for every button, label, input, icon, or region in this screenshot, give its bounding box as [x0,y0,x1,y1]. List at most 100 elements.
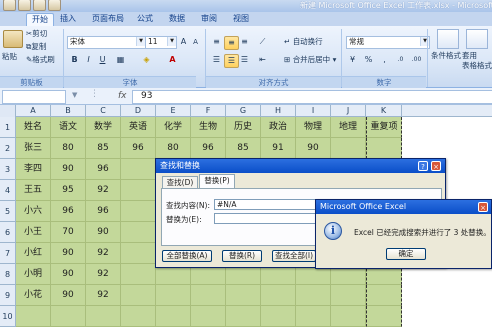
column-header-j[interactable]: J [331,105,366,117]
number-format-select[interactable]: 常规 ▼ [346,36,430,49]
conditional-format-button[interactable]: 条件格式 [431,51,461,61]
cell[interactable]: 96 [86,159,121,180]
cell[interactable] [296,285,331,306]
cell[interactable]: 96 [121,138,156,159]
cell[interactable]: 92 [86,180,121,201]
replace-all-button[interactable]: 全部替换(A) [162,250,212,262]
cell[interactable]: 数学 [86,117,121,138]
row-header-4[interactable]: 4 [0,180,16,201]
cell[interactable] [366,138,402,159]
cell[interactable]: 90 [296,138,331,159]
percent-icon[interactable]: % [362,54,375,66]
table-format-icon[interactable] [466,29,488,49]
cell[interactable] [366,306,402,327]
help-button[interactable]: ? [418,161,428,171]
chevron-down-icon[interactable]: ▼ [72,91,77,99]
column-header-d[interactable]: D [121,105,156,117]
orientation-icon[interactable]: ⟋ [256,36,269,48]
cell[interactable]: 85 [86,138,121,159]
cell[interactable]: 96 [51,201,86,222]
cell[interactable] [191,285,226,306]
cell[interactable]: 92 [86,243,121,264]
close-button[interactable]: × [478,202,488,212]
bold-icon[interactable]: B [68,54,81,66]
column-header-i[interactable]: I [296,105,331,117]
cell[interactable]: 90 [51,285,86,306]
cell[interactable] [121,159,156,180]
cell[interactable]: 90 [51,264,86,285]
cell[interactable]: 90 [51,243,86,264]
tab-replace[interactable]: 替换(P) [199,174,235,188]
cell[interactable]: 历史 [226,117,261,138]
tab-review[interactable]: 审阅 [198,13,220,26]
format-painter-button[interactable]: ✎格式刷 [26,55,55,65]
cell[interactable]: 张三 [16,138,51,159]
cell[interactable]: 96 [191,138,226,159]
cell[interactable]: 小红 [16,243,51,264]
replace-button[interactable]: 替换(R) [222,250,262,262]
cell[interactable]: 地理 [331,117,366,138]
column-header-k[interactable]: K [366,105,402,117]
cell[interactable]: 小明 [16,264,51,285]
cell[interactable]: 小王 [16,222,51,243]
cell[interactable]: 80 [156,138,191,159]
cell[interactable]: 姓名 [16,117,51,138]
cell[interactable] [121,285,156,306]
column-header-b[interactable]: B [51,105,86,117]
tab-data[interactable]: 数据 [166,13,188,26]
font-name-select[interactable]: 宋体 ▼ [67,36,146,49]
comma-icon[interactable]: , [378,54,391,66]
cell[interactable] [156,306,191,327]
cell[interactable] [121,180,156,201]
ok-button[interactable]: 确定 [386,248,426,260]
cell[interactable] [366,285,402,306]
cell[interactable] [86,306,121,327]
row-header-9[interactable]: 9 [0,285,16,306]
tab-insert[interactable]: 插入 [56,13,80,26]
cell[interactable] [296,306,331,327]
font-color-icon[interactable]: A [166,54,179,66]
underline-icon[interactable]: U [96,54,109,66]
merge-center-button[interactable]: ⊞ 合并后居中 ▾ [284,55,336,65]
align-bottom-icon[interactable]: ≡ [238,36,251,48]
cell[interactable]: 重复项 [366,117,402,138]
chevron-down-icon[interactable]: ▼ [136,37,145,46]
cell[interactable]: 91 [261,138,296,159]
tab-page-layout[interactable]: 页面布局 [88,13,128,26]
cell[interactable]: 80 [51,138,86,159]
name-box[interactable] [2,90,66,104]
close-button[interactable]: × [431,161,441,171]
cell[interactable] [16,306,51,327]
row-header-10[interactable]: 10 [0,306,16,327]
cell[interactable]: 小六 [16,201,51,222]
cell[interactable] [331,306,366,327]
cut-button[interactable]: ✂剪切 [26,29,47,39]
cell[interactable] [226,285,261,306]
format-as-table-button[interactable]: 套用 表格格式 [462,51,492,71]
column-header-g[interactable]: G [226,105,261,117]
chevron-down-icon[interactable]: ▼ [167,37,176,46]
cell[interactable]: 70 [51,222,86,243]
paste-icon[interactable] [3,30,23,48]
cell[interactable] [121,222,156,243]
column-header-f[interactable]: F [191,105,226,117]
font-size-select[interactable]: 11 ▼ [145,36,177,49]
tab-formulas[interactable]: 公式 [134,13,156,26]
cell[interactable] [261,285,296,306]
border-icon[interactable]: ▦ [114,54,127,66]
italic-icon[interactable]: I [82,54,95,66]
cell[interactable]: 化学 [156,117,191,138]
align-left-icon[interactable]: ☰ [210,54,223,66]
cell[interactable]: 小花 [16,285,51,306]
cell[interactable]: 物理 [296,117,331,138]
wrap-text-button[interactable]: ↵ 自动换行 [284,37,323,47]
find-all-button[interactable]: 查找全部(I) [272,250,316,262]
cell[interactable]: 李四 [16,159,51,180]
formula-input[interactable]: 93 [132,90,492,104]
cell[interactable] [121,201,156,222]
column-header-c[interactable]: C [86,105,121,117]
tab-find[interactable]: 查找(D) [162,176,198,188]
cell[interactable]: 95 [51,180,86,201]
row-header-6[interactable]: 6 [0,222,16,243]
fill-color-icon[interactable]: ◈ [140,54,153,66]
